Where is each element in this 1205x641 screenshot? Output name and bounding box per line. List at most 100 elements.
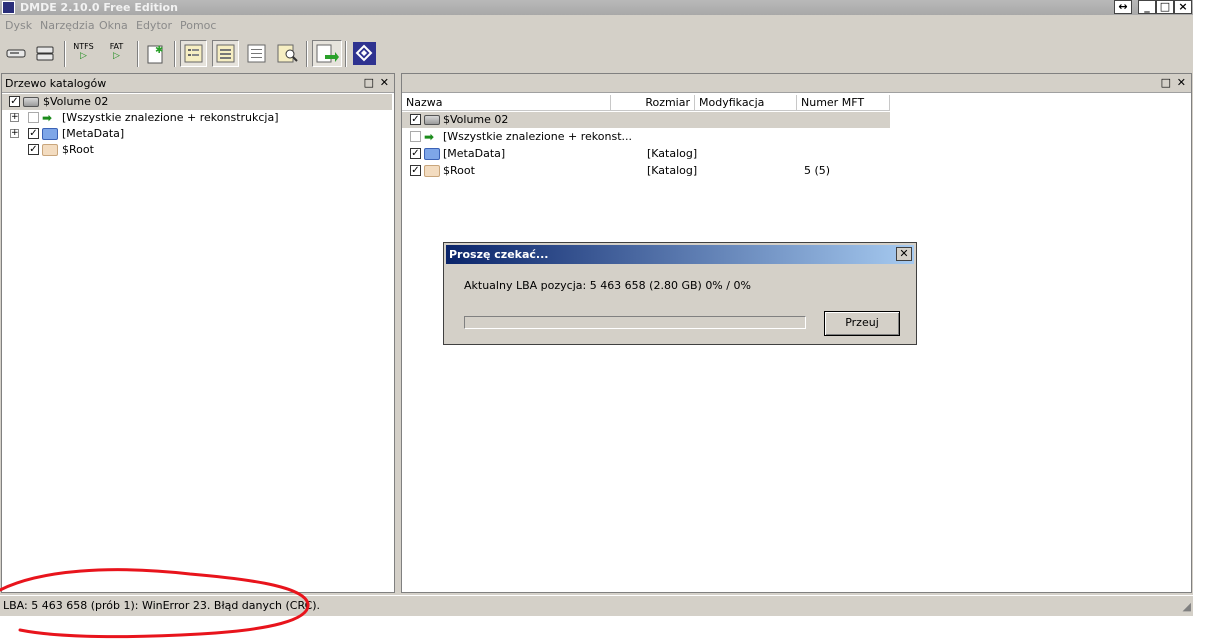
ntfs-label: NTFS bbox=[73, 42, 94, 51]
menu-narzedzia[interactable]: Narzędzia bbox=[40, 19, 95, 32]
menu-okna[interactable]: Okna bbox=[99, 19, 128, 32]
menu-dysk[interactable]: Dysk bbox=[5, 19, 32, 32]
dialog-title: Proszę czekać... bbox=[449, 248, 549, 261]
details-view-icon bbox=[247, 44, 266, 63]
drive-icon bbox=[424, 115, 440, 125]
row-name: [MetaData] bbox=[443, 147, 506, 160]
dialog-close-icon[interactable]: ✕ bbox=[896, 247, 912, 261]
recover-button[interactable] bbox=[312, 40, 342, 67]
green-arrow-icon: ➡ bbox=[424, 130, 435, 144]
interrupt-button[interactable]: Przeuj bbox=[824, 311, 900, 336]
checkbox[interactable]: ✓ bbox=[410, 114, 421, 125]
close-button[interactable]: × bbox=[1174, 0, 1192, 14]
checkbox[interactable]: ✓ bbox=[28, 128, 39, 139]
toolbar-separator bbox=[174, 41, 176, 67]
tree-item[interactable]: ✓ $Volume 02 bbox=[2, 94, 392, 110]
tree-item-label: [Wszystkie znalezione + rekonstrukcja] bbox=[62, 111, 279, 124]
minimize-button[interactable]: _ bbox=[1138, 0, 1156, 14]
recover-icon bbox=[316, 44, 339, 63]
restore-width-icon[interactable]: ↔ bbox=[1114, 0, 1132, 14]
tree-item-label: $Root bbox=[62, 143, 94, 156]
search-icon bbox=[277, 44, 298, 63]
drive-icon bbox=[23, 97, 39, 107]
toolbar-separator bbox=[137, 41, 139, 67]
row-size: [Katalog] bbox=[647, 147, 698, 160]
new-scan-icon: ✱ bbox=[147, 45, 163, 64]
svg-text:✱: ✱ bbox=[155, 45, 163, 56]
checkbox[interactable] bbox=[28, 112, 39, 123]
table-row[interactable]: ✓ [MetaData] [Katalog] bbox=[402, 146, 890, 162]
dialog-title-bar: Proszę czekać... ✕ bbox=[446, 245, 914, 264]
tree-view-button[interactable] bbox=[180, 40, 207, 67]
resize-grip-icon[interactable]: ◢ bbox=[1183, 600, 1191, 613]
details-view-button[interactable] bbox=[243, 40, 270, 67]
column-header-modified[interactable]: Modyfikacja bbox=[695, 95, 797, 111]
row-mft: 5 (5) bbox=[804, 164, 831, 177]
checkbox[interactable]: ✓ bbox=[410, 148, 421, 159]
row-name: [Wszystkie znalezione + rekonst... bbox=[443, 130, 632, 143]
list-view-icon bbox=[216, 44, 235, 63]
menu-pomoc[interactable]: Pomoc bbox=[180, 19, 216, 32]
app-logo-icon bbox=[2, 1, 15, 14]
menu-edytor[interactable]: Edytor bbox=[136, 19, 172, 32]
folder-tan-icon bbox=[424, 165, 440, 177]
column-header-name[interactable]: Nazwa bbox=[402, 95, 611, 111]
search-button[interactable] bbox=[274, 40, 301, 67]
fat-label: FAT bbox=[109, 42, 124, 51]
list-panel-header: □ ✕ bbox=[402, 74, 1191, 93]
toolbar: NTFS ▷ FAT ▷ ✱ bbox=[0, 38, 1193, 70]
disk-button[interactable] bbox=[3, 40, 30, 67]
tree-panel: Drzewo katalogów □ ✕ ✓ $Volume 02 + ➡ [W… bbox=[1, 73, 395, 593]
row-name: $Volume 02 bbox=[443, 113, 509, 126]
window-title: DMDE 2.10.0 Free Edition bbox=[20, 1, 178, 14]
table-row[interactable]: ✓ $Root [Katalog] 5 (5) bbox=[402, 163, 890, 179]
new-scan-button[interactable]: ✱ bbox=[142, 40, 169, 67]
panel-maximize-icon[interactable]: □ bbox=[1161, 76, 1171, 89]
toolbar-separator bbox=[64, 41, 66, 67]
dialog-message: Aktualny LBA pozycja: 5 463 658 (2.80 GB… bbox=[464, 279, 751, 292]
checkbox[interactable]: ✓ bbox=[9, 96, 20, 107]
list-view-button[interactable] bbox=[212, 40, 239, 67]
partitions-button[interactable] bbox=[32, 40, 59, 67]
checkbox[interactable] bbox=[410, 131, 421, 142]
row-size: [Katalog] bbox=[647, 164, 698, 177]
toolbar-separator bbox=[306, 41, 308, 67]
expand-icon[interactable]: + bbox=[10, 113, 19, 122]
title-bar: DMDE 2.10.0 Free Edition ↔ _ □ × bbox=[0, 0, 1193, 15]
tree-view-icon bbox=[184, 44, 203, 63]
table-row[interactable]: ➡ [Wszystkie znalezione + rekonst... bbox=[402, 129, 890, 145]
panel-close-icon[interactable]: ✕ bbox=[380, 76, 389, 89]
ntfs-play-icon: ▷ bbox=[80, 51, 87, 61]
folder-blue-icon bbox=[424, 148, 440, 160]
panel-close-icon[interactable]: ✕ bbox=[1177, 76, 1186, 89]
dmde-logo-button[interactable] bbox=[351, 40, 378, 67]
toolbar-separator bbox=[345, 41, 347, 67]
fat-play-icon: ▷ bbox=[113, 51, 120, 61]
tree-item-label: [MetaData] bbox=[62, 127, 125, 140]
folder-blue-icon bbox=[42, 128, 58, 140]
panel-maximize-icon[interactable]: □ bbox=[364, 76, 374, 89]
column-header-row: Nazwa Rozmiar Modyfikacja Numer MFT bbox=[402, 95, 890, 111]
progress-bar bbox=[464, 316, 806, 329]
expand-icon[interactable]: + bbox=[10, 129, 19, 138]
table-row[interactable]: ✓ $Volume 02 bbox=[402, 112, 890, 128]
column-header-size[interactable]: Rozmiar bbox=[611, 95, 695, 111]
tree-panel-header: Drzewo katalogów □ ✕ bbox=[2, 74, 394, 93]
ntfs-button[interactable]: NTFS ▷ bbox=[70, 40, 97, 67]
row-name: $Root bbox=[443, 164, 475, 177]
folder-tan-icon bbox=[42, 144, 58, 156]
fat-button[interactable]: FAT ▷ bbox=[103, 40, 130, 67]
green-arrow-icon: ➡ bbox=[42, 111, 53, 125]
partitions-icon bbox=[36, 46, 54, 61]
dmde-logo-icon bbox=[353, 42, 376, 65]
menu-bar: Dysk Narzędzia Okna Edytor Pomoc bbox=[0, 17, 1193, 35]
red-annotation-circle bbox=[0, 568, 310, 639]
checkbox[interactable]: ✓ bbox=[28, 144, 39, 155]
checkbox[interactable]: ✓ bbox=[410, 165, 421, 176]
progress-dialog: Proszę czekać... ✕ Aktualny LBA pozycja:… bbox=[443, 242, 917, 345]
column-header-mft[interactable]: Numer MFT bbox=[797, 95, 890, 111]
disk-icon bbox=[6, 49, 26, 58]
tree-item-label: $Volume 02 bbox=[43, 95, 109, 108]
maximize-button[interactable]: □ bbox=[1156, 0, 1174, 14]
tree-panel-title: Drzewo katalogów bbox=[5, 77, 107, 90]
